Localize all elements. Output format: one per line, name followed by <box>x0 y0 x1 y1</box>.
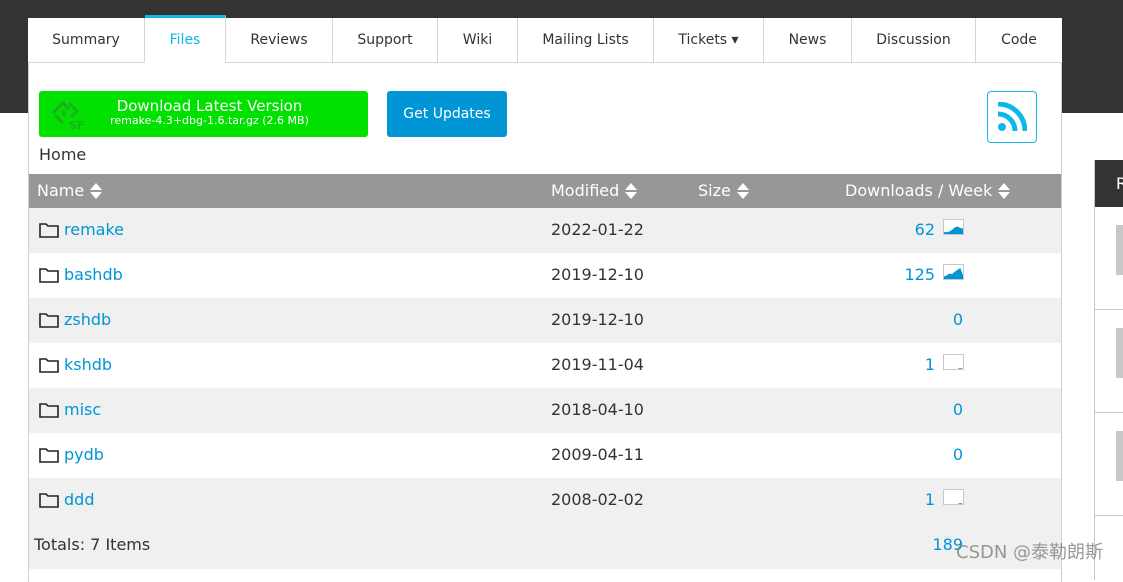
tab-tickets[interactable]: Tickets ▾ <box>654 18 764 62</box>
sparkline-area <box>944 226 963 234</box>
downloads-count[interactable]: 0 <box>953 400 963 419</box>
folder-link[interactable]: misc <box>64 400 101 419</box>
file-name-cell: zshdb <box>39 310 111 329</box>
sidebar-thumbnail <box>1116 225 1123 275</box>
tab-news[interactable]: News <box>764 18 852 62</box>
downloads-sparkline[interactable] <box>943 489 964 505</box>
folder-link[interactable]: kshdb <box>64 355 112 374</box>
modified-date: 2019-12-10 <box>551 265 644 284</box>
folder-icon <box>39 402 59 418</box>
folder-link[interactable]: pydb <box>64 445 104 464</box>
downloads-count[interactable]: 1 <box>925 490 935 509</box>
folder-link[interactable]: remake <box>64 220 124 239</box>
sort-icon <box>90 182 103 200</box>
file-name-cell: ddd <box>39 490 94 509</box>
sidebar-item[interactable] <box>1095 310 1123 413</box>
folder-link[interactable]: ddd <box>64 490 94 509</box>
modified-date: 2018-04-10 <box>551 400 644 419</box>
download-title: Download Latest Version <box>116 97 303 115</box>
column-header-modified[interactable]: Modified <box>551 181 638 200</box>
downloads-count[interactable]: 0 <box>953 445 963 464</box>
table-row: zshdb 2019-12-10 0 <box>29 298 1061 343</box>
breadcrumb[interactable]: Home <box>39 145 86 164</box>
table-row: pydb 2009-04-11 0 <box>29 433 1061 478</box>
tab-summary[interactable]: Summary <box>28 18 145 62</box>
sidebar-thumbnail <box>1116 328 1123 378</box>
sparkline-area <box>944 503 963 504</box>
folder-icon <box>39 447 59 463</box>
downloads-sparkline[interactable] <box>943 264 964 280</box>
folder-icon <box>39 267 59 283</box>
column-header-name[interactable]: Name <box>37 181 103 200</box>
table-row: ddd 2008-02-02 1 <box>29 478 1061 523</box>
tab-reviews[interactable]: Reviews <box>226 18 333 62</box>
files-table-body: remake 2022-01-22 62 bashdb 2019-12-10 125 zsh… <box>29 208 1061 523</box>
rss-icon <box>997 102 1027 132</box>
watermark: CSDN @泰勒朗斯 <box>956 542 1104 563</box>
modified-date: 2009-04-11 <box>551 445 644 464</box>
folder-link[interactable]: zshdb <box>64 310 111 329</box>
table-row: kshdb 2019-11-04 1 <box>29 343 1061 388</box>
modified-date: 2008-02-02 <box>551 490 644 509</box>
sort-icon <box>625 182 638 200</box>
downloads-count[interactable]: 62 <box>915 220 935 239</box>
table-row: remake 2022-01-22 62 <box>29 208 1061 253</box>
sparkline-area <box>944 368 963 369</box>
folder-link[interactable]: bashdb <box>64 265 123 284</box>
modified-date: 2019-12-10 <box>551 310 644 329</box>
tab-discussion[interactable]: Discussion <box>852 18 976 62</box>
tab-mailing-lists[interactable]: Mailing Lists <box>518 18 654 62</box>
file-name-cell: pydb <box>39 445 104 464</box>
downloads-count[interactable]: 125 <box>904 265 935 284</box>
sidebar-item[interactable] <box>1095 413 1123 516</box>
file-name-cell: bashdb <box>39 265 123 284</box>
tab-support[interactable]: Support <box>333 18 438 62</box>
downloads-count[interactable]: 1 <box>925 355 935 374</box>
downloads-sparkline[interactable] <box>943 354 964 370</box>
tab-files[interactable]: Files <box>145 15 226 63</box>
rss-feed-button[interactable] <box>987 91 1037 143</box>
folder-icon <box>39 357 59 373</box>
folder-icon <box>39 492 59 508</box>
downloads-count[interactable]: 0 <box>953 310 963 329</box>
tab-code[interactable]: Code <box>976 18 1062 62</box>
sidebar-header: R <box>1095 160 1123 207</box>
get-updates-button[interactable]: Get Updates <box>387 91 507 137</box>
file-name-cell: kshdb <box>39 355 112 374</box>
modified-date: 2022-01-22 <box>551 220 644 239</box>
column-header-downloads[interactable]: Downloads / Week <box>845 181 1011 200</box>
right-sidebar: R <box>1094 160 1123 580</box>
file-name-cell: remake <box>39 220 124 239</box>
table-row: misc 2018-04-10 0 <box>29 388 1061 433</box>
sparkline-area <box>944 267 963 279</box>
project-tabs: Summary Files Reviews Support Wiki Maili… <box>28 15 1062 63</box>
totals-label: Totals: 7 Items <box>34 535 151 554</box>
table-row: bashdb 2019-12-10 125 <box>29 253 1061 298</box>
modified-date: 2019-11-04 <box>551 355 644 374</box>
file-name-cell: misc <box>39 400 101 419</box>
folder-icon <box>39 312 59 328</box>
sort-icon <box>736 182 749 200</box>
column-header-size[interactable]: Size <box>698 181 749 200</box>
download-latest-button[interactable]: SF Download Latest Version remake-4.3+db… <box>39 91 368 137</box>
sidebar-thumbnail <box>1116 431 1123 481</box>
totals-row: Totals: 7 Items 189 <box>29 523 1061 569</box>
files-table-header: Name Modified Size Downloads / Week <box>29 174 1061 208</box>
downloads-sparkline[interactable] <box>943 219 964 235</box>
download-filename: remake-4.3+dbg-1.6.tar.gz (2.6 MB) <box>110 114 309 127</box>
tab-wiki[interactable]: Wiki <box>438 18 518 62</box>
sort-icon <box>998 182 1011 200</box>
folder-icon <box>39 222 59 238</box>
sidebar-item[interactable] <box>1095 207 1123 310</box>
